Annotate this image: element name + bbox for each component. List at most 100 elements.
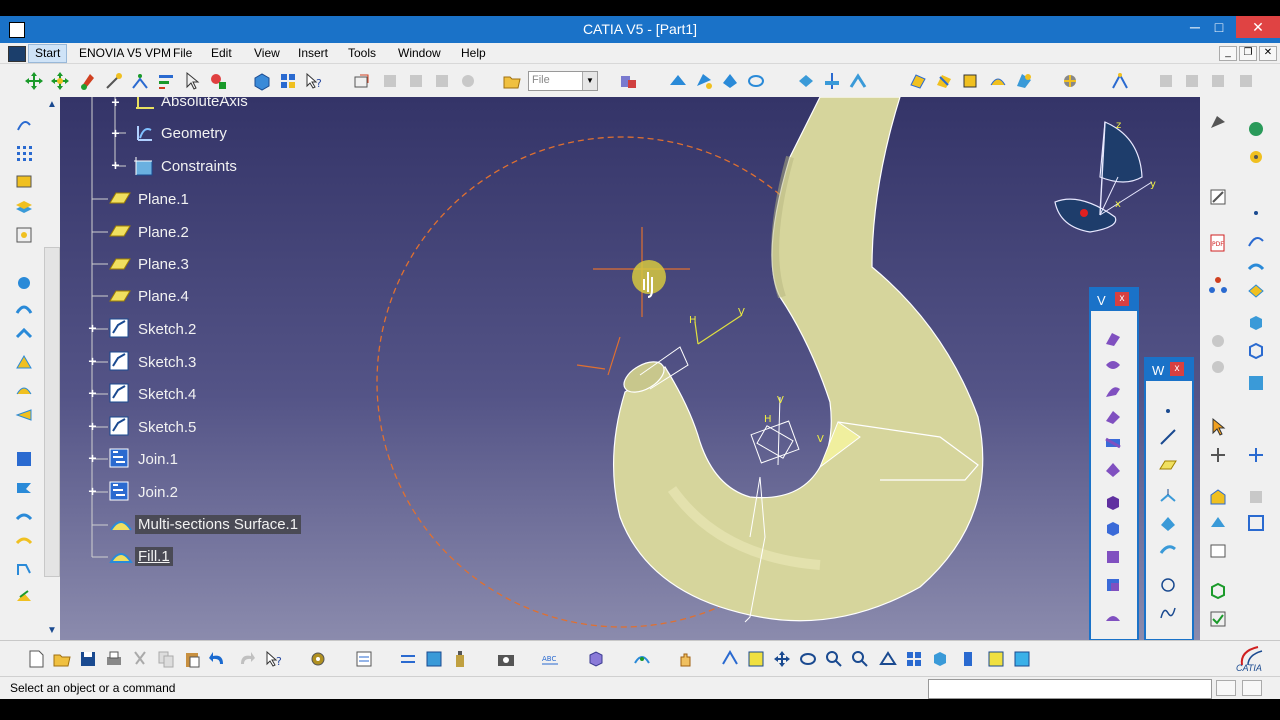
solid-5-icon[interactable] — [1103, 607, 1123, 627]
offset-surface-icon[interactable] — [1103, 407, 1123, 427]
transform-3-icon[interactable] — [848, 71, 868, 91]
open-folder-icon[interactable] — [502, 71, 522, 91]
pan-icon[interactable] — [772, 649, 792, 669]
tree-node-plane-1[interactable]: Plane.1 — [138, 191, 189, 208]
transform-2-icon[interactable] — [822, 71, 842, 91]
disabled-right-2-icon[interactable] — [1208, 357, 1228, 377]
maximize-button[interactable]: □ — [1204, 16, 1234, 38]
grid-points-icon[interactable] — [14, 143, 34, 163]
mdi-restore-icon[interactable]: ❐ — [1239, 46, 1257, 61]
solid-1-icon[interactable] — [1103, 493, 1123, 513]
disabled-tool-8-icon[interactable] — [1236, 71, 1256, 91]
expand-absoluteaxis-icon[interactable]: + — [110, 97, 121, 109]
loft-icon[interactable] — [14, 353, 34, 373]
disabled-right-3-icon[interactable] — [1246, 487, 1266, 507]
status-button-2-icon[interactable] — [1242, 680, 1262, 696]
sphere-icon[interactable] — [14, 273, 34, 293]
tree-node-sketch-4[interactable]: Sketch.4 — [138, 386, 196, 403]
boundary-icon[interactable] — [14, 533, 34, 553]
tree-node-join-1[interactable]: Join.1 — [138, 451, 178, 468]
circle-icon[interactable] — [1158, 575, 1178, 595]
redo-icon[interactable] — [236, 649, 256, 669]
arc-icon[interactable] — [1246, 231, 1266, 251]
sweep-surface-icon[interactable] — [1103, 381, 1123, 401]
hand-tool-icon[interactable] — [676, 649, 696, 669]
move-icon[interactable] — [24, 71, 44, 91]
tree-node-fill-1[interactable]: Fill.1 — [135, 547, 173, 566]
3d-viewport[interactable]: V V H H V z y x + AbsoluteAxis + Geometr… — [60, 97, 1200, 640]
line-icon[interactable] — [1158, 427, 1178, 447]
disabled-tool-5-icon[interactable] — [1156, 71, 1176, 91]
copy-icon[interactable] — [156, 649, 176, 669]
expand-join-2-icon[interactable]: + — [87, 484, 98, 498]
status-button-1-icon[interactable] — [1216, 680, 1236, 696]
gear-icon[interactable] — [308, 649, 328, 669]
scroll-up-icon[interactable]: ▲ — [47, 99, 57, 110]
tree-node-geometry[interactable]: Geometry — [161, 125, 227, 142]
new-icon[interactable] — [26, 649, 46, 669]
menu-edit[interactable]: Edit — [211, 46, 232, 60]
disabled-tool-1-icon[interactable] — [380, 71, 400, 91]
tree-node-join-2[interactable]: Join.2 — [138, 484, 178, 501]
undo-icon[interactable] — [208, 649, 228, 669]
cube-view-2-icon[interactable] — [1246, 341, 1266, 361]
cube-icon[interactable] — [586, 649, 606, 669]
menu-enovia[interactable]: ENOVIA V5 VPM — [79, 46, 171, 60]
dot-icon[interactable] — [1246, 203, 1266, 223]
expand-constraints-icon[interactable]: + — [110, 158, 121, 172]
curve-tool-icon[interactable] — [1110, 71, 1130, 91]
spline-icon[interactable] — [1158, 603, 1178, 623]
palette-w-header[interactable]: Wx — [1146, 359, 1192, 381]
blend-icon[interactable] — [14, 405, 34, 425]
zoom-out-icon[interactable] — [850, 649, 870, 669]
box-icon[interactable] — [1208, 581, 1228, 601]
blend-surface-icon[interactable] — [1103, 433, 1123, 453]
settings-icon[interactable] — [1246, 147, 1266, 167]
move-snap-icon[interactable] — [50, 71, 70, 91]
pointer-icon[interactable] — [1208, 417, 1228, 437]
surface-5-icon[interactable] — [1014, 71, 1034, 91]
catalog-icon[interactable] — [618, 71, 638, 91]
translate-icon[interactable] — [14, 587, 34, 607]
scroll-down-icon[interactable]: ▼ — [47, 625, 57, 636]
scan-icon[interactable] — [208, 71, 228, 91]
file-select[interactable]: File ▼ — [528, 71, 598, 91]
trim-icon[interactable] — [14, 507, 34, 527]
tree-scrollbar[interactable]: ▲ ▼ — [44, 97, 60, 640]
fit-all-icon[interactable] — [746, 649, 766, 669]
sweep-icon[interactable] — [14, 299, 34, 319]
fill-surface-icon[interactable] — [1103, 459, 1123, 479]
view-tool-4-icon[interactable] — [746, 71, 766, 91]
tree-structure-icon[interactable] — [1208, 275, 1228, 295]
expand-geometry-icon[interactable]: + — [110, 126, 121, 140]
document-icon[interactable] — [8, 46, 26, 62]
tree-node-plane-3[interactable]: Plane.3 — [138, 256, 189, 273]
close-button[interactable]: ✕ — [1236, 16, 1280, 38]
table-icon[interactable] — [424, 649, 444, 669]
capture-icon[interactable] — [632, 649, 652, 669]
expand-sketch-3-icon[interactable]: + — [87, 354, 98, 368]
intersection-icon[interactable] — [1158, 513, 1178, 533]
projection-icon[interactable] — [1158, 487, 1178, 507]
tree-node-sketch-2[interactable]: Sketch.2 — [138, 321, 196, 338]
fly-icon[interactable] — [720, 649, 740, 669]
disabled-tool-4-icon[interactable] — [458, 71, 478, 91]
menu-insert[interactable]: Insert — [298, 46, 328, 60]
command-input[interactable] — [928, 679, 1212, 699]
frame-icon[interactable] — [1246, 513, 1266, 533]
bounding-icon[interactable] — [14, 225, 34, 245]
menu-tools[interactable]: Tools — [348, 46, 376, 60]
revolve-icon[interactable] — [1103, 355, 1123, 375]
view-tool-2-icon[interactable] — [694, 71, 714, 91]
swap-icon[interactable] — [398, 649, 418, 669]
curve-icon[interactable] — [1246, 257, 1266, 277]
edit-sketch-icon[interactable] — [1208, 187, 1228, 207]
menu-file[interactable]: File — [173, 46, 192, 60]
grid-icon[interactable] — [278, 71, 298, 91]
scroll-thumb[interactable] — [44, 247, 60, 577]
offset-icon[interactable] — [14, 325, 34, 345]
expand-sketch-2-icon[interactable]: + — [87, 321, 98, 335]
tree-node-constraints[interactable]: Constraints — [161, 158, 237, 175]
tree-node-multi-sections-surface-1[interactable]: Multi-sections Surface.1 — [135, 515, 302, 534]
hide-show-icon[interactable] — [986, 649, 1006, 669]
